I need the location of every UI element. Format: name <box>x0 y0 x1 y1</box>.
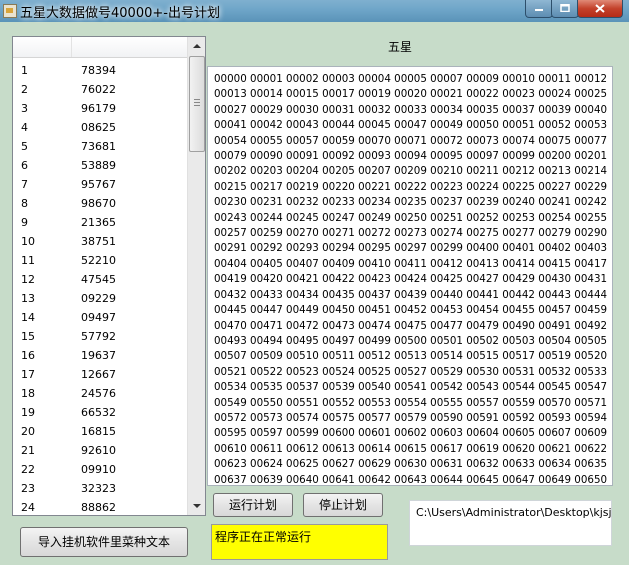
row-value: 92610 <box>81 444 116 457</box>
list-scrollbar[interactable] <box>187 37 205 515</box>
stop-plan-button[interactable]: 停止计划 <box>303 493 383 517</box>
row-index: 16 <box>21 349 35 362</box>
list-item[interactable]: 20 16815 <box>13 422 187 441</box>
row-value: 12667 <box>81 368 116 381</box>
minimize-icon <box>535 9 543 11</box>
list-item[interactable]: 14 09497 <box>13 308 187 327</box>
row-value: 88862 <box>81 501 116 514</box>
close-icon <box>595 4 605 13</box>
number-list[interactable]: 1 78394 2 76022 3 96179 4 08625 5 73681 6 53889 7 957… <box>12 36 206 516</box>
row-index: 4 <box>21 121 28 134</box>
row-index: 24 <box>21 501 35 514</box>
list-item[interactable]: 1 78394 <box>13 61 187 80</box>
close-button[interactable] <box>577 0 623 18</box>
scroll-thumb[interactable] <box>189 56 205 152</box>
row-value: 16815 <box>81 425 116 438</box>
list-item[interactable]: 21 92610 <box>13 441 187 460</box>
list-item[interactable]: 3 96179 <box>13 99 187 118</box>
window-title: 五星大数据做号40000+-出号计划 <box>20 6 220 21</box>
run-plan-button[interactable]: 运行计划 <box>213 493 293 517</box>
minimize-button[interactable] <box>525 0 553 18</box>
list-item[interactable]: 12 47545 <box>13 270 187 289</box>
app-icon <box>3 4 17 18</box>
maximize-icon <box>560 4 570 12</box>
row-index: 9 <box>21 216 28 229</box>
list-item[interactable]: 23 32323 <box>13 479 187 498</box>
row-value: 47545 <box>81 273 116 286</box>
status-field: 程序正在正常运行 <box>211 524 388 560</box>
row-index: 15 <box>21 330 35 343</box>
list-header[interactable] <box>13 37 187 58</box>
row-index: 7 <box>21 178 28 191</box>
row-index: 13 <box>21 292 35 305</box>
numbers-panel-label: 五星 <box>388 40 413 54</box>
list-item[interactable]: 17 12667 <box>13 365 187 384</box>
row-value: 24576 <box>81 387 116 400</box>
row-value: 08625 <box>81 121 116 134</box>
list-item[interactable]: 6 53889 <box>13 156 187 175</box>
list-item[interactable]: 8 98670 <box>13 194 187 213</box>
row-index: 5 <box>21 140 28 153</box>
row-index: 17 <box>21 368 35 381</box>
row-value: 09910 <box>81 463 116 476</box>
row-value: 73681 <box>81 140 116 153</box>
list-item[interactable]: 4 08625 <box>13 118 187 137</box>
title-bar[interactable]: 五星大数据做号40000+-出号计划 <box>0 0 629 22</box>
list-item[interactable]: 18 24576 <box>13 384 187 403</box>
list-item[interactable]: 15 57792 <box>13 327 187 346</box>
path-field[interactable]: C:\Users\Administrator\Desktop\kjsj <box>409 500 612 546</box>
row-index: 20 <box>21 425 35 438</box>
row-value: 76022 <box>81 83 116 96</box>
list-item[interactable]: 10 38751 <box>13 232 187 251</box>
row-index: 3 <box>21 102 28 115</box>
scroll-down-button[interactable] <box>188 498 205 515</box>
row-index: 14 <box>21 311 35 324</box>
list-item[interactable]: 2 76022 <box>13 80 187 99</box>
row-value: 66532 <box>81 406 116 419</box>
row-index: 12 <box>21 273 35 286</box>
list-item[interactable]: 24 88862 <box>13 498 187 517</box>
row-index: 11 <box>21 254 35 267</box>
row-value: 21365 <box>81 216 116 229</box>
scroll-up-button[interactable] <box>188 37 205 54</box>
column-separator[interactable] <box>71 37 72 57</box>
row-value: 52210 <box>81 254 116 267</box>
row-value: 96179 <box>81 102 116 115</box>
numbers-text: 00000 00001 00002 00003 00004 00005 0000… <box>214 73 608 486</box>
numbers-textarea[interactable]: 00000 00001 00002 00003 00004 00005 0000… <box>207 66 613 486</box>
row-value: 38751 <box>81 235 116 248</box>
row-index: 2 <box>21 83 28 96</box>
maximize-button[interactable] <box>551 0 579 18</box>
list-item[interactable]: 7 95767 <box>13 175 187 194</box>
row-value: 57792 <box>81 330 116 343</box>
import-text-button[interactable]: 导入挂机软件里菜种文本 <box>20 527 188 557</box>
row-value: 98670 <box>81 197 116 210</box>
list-item[interactable]: 9 21365 <box>13 213 187 232</box>
row-index: 6 <box>21 159 28 172</box>
row-value: 78394 <box>81 64 116 77</box>
row-index: 1 <box>21 64 28 77</box>
row-value: 53889 <box>81 159 116 172</box>
row-value: 95767 <box>81 178 116 191</box>
row-index: 10 <box>21 235 35 248</box>
arrow-up-icon <box>192 44 201 48</box>
row-value: 19637 <box>81 349 116 362</box>
row-index: 23 <box>21 482 35 495</box>
list-item[interactable]: 13 09229 <box>13 289 187 308</box>
row-index: 21 <box>21 444 35 457</box>
list-item[interactable]: 5 73681 <box>13 137 187 156</box>
row-value: 09229 <box>81 292 116 305</box>
list-item[interactable]: 11 52210 <box>13 251 187 270</box>
list-item[interactable]: 19 66532 <box>13 403 187 422</box>
row-index: 19 <box>21 406 35 419</box>
list-item[interactable]: 16 19637 <box>13 346 187 365</box>
row-index: 18 <box>21 387 35 400</box>
list-body: 1 78394 2 76022 3 96179 4 08625 5 73681 6 53889 7 957… <box>13 61 187 517</box>
arrow-down-icon <box>192 504 201 508</box>
list-item[interactable]: 22 09910 <box>13 460 187 479</box>
row-value: 09497 <box>81 311 116 324</box>
row-index: 22 <box>21 463 35 476</box>
row-value: 32323 <box>81 482 116 495</box>
row-index: 8 <box>21 197 28 210</box>
